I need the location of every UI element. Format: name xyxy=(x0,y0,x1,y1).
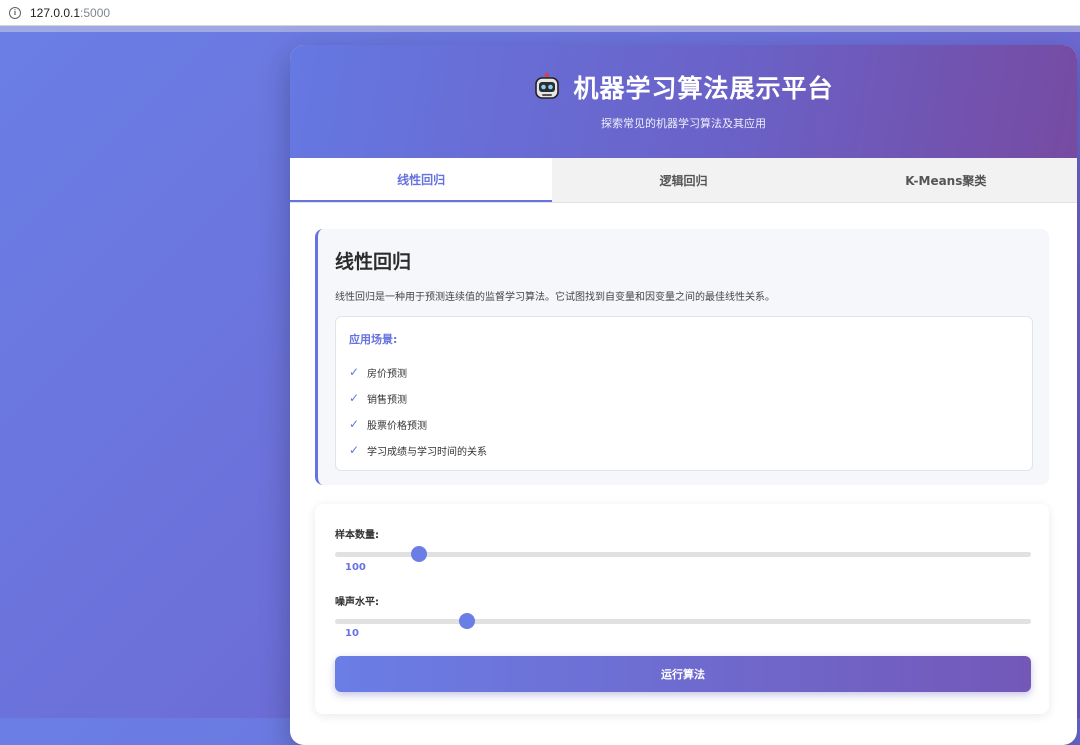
application-label: 学习成绩与学习时间的关系 xyxy=(367,446,487,458)
samples-slider[interactable] xyxy=(335,546,1031,562)
page-subtitle: 探索常见的机器学习算法及其应用 xyxy=(601,116,766,130)
url-host: 127.0.0.1 xyxy=(30,5,81,20)
main-card: 机器学习算法展示平台 探索常见的机器学习算法及其应用 线性回归 逻辑回归 K-M… xyxy=(290,45,1077,745)
check-icon: ✓ xyxy=(349,365,360,379)
page-header: 机器学习算法展示平台 探索常见的机器学习算法及其应用 xyxy=(290,45,1077,158)
algorithm-description: 线性回归是一种用于预测连续值的监督学习算法。它试图找到自变量和因变量之间的最佳线… xyxy=(335,292,775,303)
list-item: ✓ 房价预测 xyxy=(349,359,1019,385)
list-item: ✓ 销售预测 xyxy=(349,385,1019,411)
check-icon: ✓ xyxy=(349,417,360,431)
samples-slider-thumb[interactable] xyxy=(410,546,427,562)
site-info-icon[interactable]: i xyxy=(9,6,21,19)
url-port: :5000 xyxy=(80,5,111,20)
browser-address-bar[interactable]: i 127.0.0.1:5000 xyxy=(0,0,1080,26)
algorithm-title: 线性回归 xyxy=(335,251,412,273)
noise-slider-thumb[interactable] xyxy=(459,613,476,629)
samples-value: 100 xyxy=(345,562,366,573)
applications-list: ✓ 房价预测 ✓ 销售预测 ✓ 股票价格预测 ✓ 学习成绩与学习时间的关系 xyxy=(349,359,1019,463)
noise-slider[interactable] xyxy=(335,613,1031,629)
applications-title: 应用场景: xyxy=(349,333,398,346)
noise-value: 10 xyxy=(345,628,359,639)
tab-logistic-regression[interactable]: 逻辑回归 xyxy=(552,158,814,202)
application-label: 销售预测 xyxy=(367,394,407,406)
algorithm-tabs: 线性回归 逻辑回归 K-Means聚类 xyxy=(290,158,1077,203)
application-label: 股票价格预测 xyxy=(367,420,427,432)
check-icon: ✓ xyxy=(349,391,360,405)
list-item: ✓ 股票价格预测 xyxy=(349,411,1019,437)
check-icon: ✓ xyxy=(349,443,360,457)
noise-label: 噪声水平: xyxy=(335,597,379,608)
robot-icon xyxy=(535,72,560,99)
run-algorithm-button[interactable]: 运行算法 xyxy=(335,656,1031,692)
algorithm-info-panel: 线性回归 线性回归是一种用于预测连续值的监督学习算法。它试图找到自变量和因变量之… xyxy=(315,229,1049,485)
samples-label: 样本数量: xyxy=(335,530,379,541)
title-row: 机器学习算法展示平台 xyxy=(533,69,833,105)
tab-kmeans[interactable]: K-Means聚类 xyxy=(815,158,1077,202)
browser-divider xyxy=(0,26,1080,32)
url-text[interactable]: 127.0.0.1:5000 xyxy=(30,6,110,20)
application-label: 房价预测 xyxy=(367,368,407,380)
list-item: ✓ 学习成绩与学习时间的关系 xyxy=(349,437,1019,463)
tab-linear-regression[interactable]: 线性回归 xyxy=(290,158,553,202)
applications-box: 应用场景: ✓ 房价预测 ✓ 销售预测 ✓ 股票价格预测 ✓ 学习成绩与学习时间的关系 xyxy=(335,316,1033,471)
page-title: 机器学习算法展示平台 xyxy=(573,73,834,103)
controls-panel: 样本数量: 100 噪声水平: 10 运行算法 xyxy=(315,504,1049,714)
